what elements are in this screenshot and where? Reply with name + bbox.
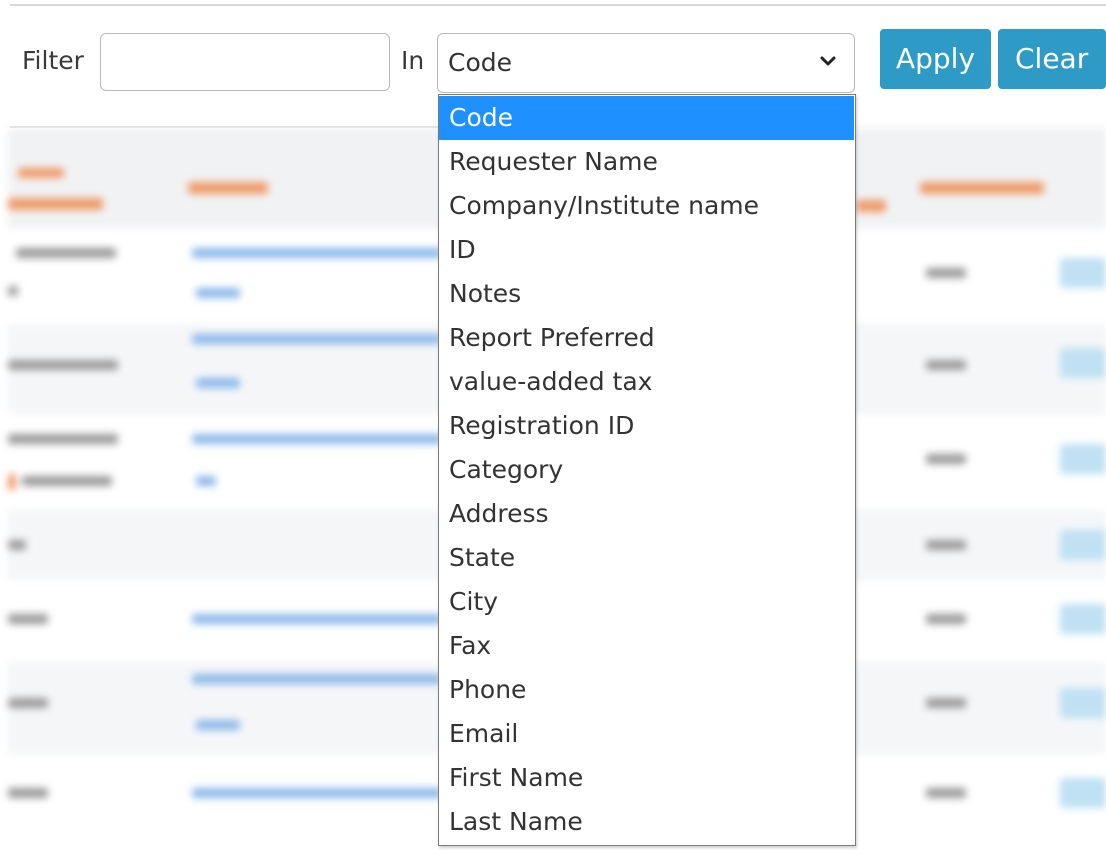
row-cell <box>192 248 442 258</box>
option-registration-id[interactable]: Registration ID <box>439 404 854 448</box>
row-cell <box>926 614 966 624</box>
option-phone[interactable]: Phone <box>439 668 854 712</box>
option-code[interactable]: Code <box>439 96 854 140</box>
header-cell <box>920 182 1044 194</box>
option-last-name[interactable]: Last Name <box>439 800 854 844</box>
clear-button[interactable]: Clear <box>998 29 1106 89</box>
option-notes[interactable]: Notes <box>439 272 854 316</box>
row-cell <box>8 788 48 798</box>
row-cell <box>1060 348 1106 378</box>
field-options-list[interactable]: Code Requester Name Company/Institute name… <box>438 94 856 846</box>
row-cell <box>192 674 442 684</box>
row-cell <box>192 788 442 798</box>
row-cell <box>196 476 216 486</box>
row-cell <box>196 720 240 730</box>
row-cell <box>1060 444 1106 474</box>
row-cell <box>8 614 48 624</box>
row-cell <box>196 288 240 298</box>
row-cell <box>8 360 118 370</box>
field-select[interactable]: Code <box>437 33 855 93</box>
option-email[interactable]: Email <box>439 712 854 756</box>
in-label: In <box>401 46 425 75</box>
row-cell <box>926 698 966 708</box>
chevron-down-icon <box>820 56 836 66</box>
row-cell <box>8 286 18 296</box>
option-company-institute-name[interactable]: Company/Institute name <box>439 184 854 228</box>
option-requester-name[interactable]: Requester Name <box>439 140 854 184</box>
row-cell <box>196 378 240 388</box>
row-cell <box>8 474 16 490</box>
option-category[interactable]: Category <box>439 448 854 492</box>
row-cell <box>1060 778 1106 808</box>
row-cell <box>192 614 442 624</box>
header-cell <box>856 200 886 212</box>
option-report-preferred[interactable]: Report Preferred <box>439 316 854 360</box>
option-state[interactable]: State <box>439 536 854 580</box>
filter-label: Filter <box>22 46 84 75</box>
row-cell <box>22 476 112 486</box>
header-cell <box>8 198 103 210</box>
row-cell <box>1060 258 1106 288</box>
row-cell <box>926 788 966 798</box>
option-fax[interactable]: Fax <box>439 624 854 668</box>
top-divider <box>10 4 1106 6</box>
option-first-name[interactable]: First Name <box>439 756 854 800</box>
row-cell <box>192 434 442 444</box>
header-cell <box>188 182 268 194</box>
header-cell <box>18 168 64 178</box>
filter-input[interactable] <box>100 33 390 91</box>
row-cell <box>1060 604 1106 634</box>
option-address[interactable]: Address <box>439 492 854 536</box>
option-id[interactable]: ID <box>439 228 854 272</box>
row-cell <box>1060 688 1106 718</box>
row-cell <box>8 540 26 550</box>
apply-button[interactable]: Apply <box>880 29 991 89</box>
field-select-value: Code <box>448 48 513 77</box>
option-city[interactable]: City <box>439 580 854 624</box>
row-cell <box>926 540 966 550</box>
row-cell <box>926 360 966 370</box>
row-cell <box>926 454 966 464</box>
row-cell <box>926 268 966 278</box>
row-cell <box>8 698 48 708</box>
row-cell <box>192 334 442 344</box>
row-cell <box>16 248 116 258</box>
option-value-added-tax[interactable]: value-added tax <box>439 360 854 404</box>
row-cell <box>8 434 118 444</box>
row-cell <box>1060 530 1106 560</box>
